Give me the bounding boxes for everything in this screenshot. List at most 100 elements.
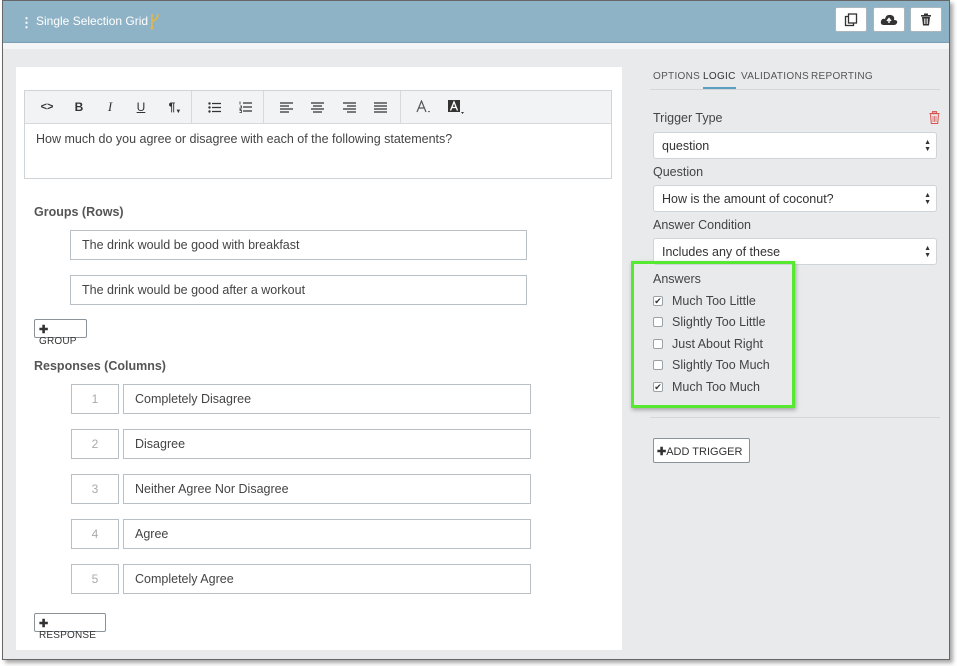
answer-option[interactable]: Slightly Too Little (653, 315, 766, 329)
answer-condition-label: Answer Condition (653, 218, 751, 232)
responses-label: Responses (Columns) (34, 359, 166, 373)
select-arrows-icon: ▲ ▼ (924, 139, 931, 153)
delete-trigger-icon[interactable] (929, 111, 940, 124)
add-group-button[interactable]: ✚ GROUP (34, 319, 87, 347)
tab-validations[interactable]: VALIDATIONS (741, 71, 809, 87)
plus-icon: ✚ (39, 618, 49, 630)
plus-icon: ✚ (39, 324, 49, 336)
background-color-icon (447, 99, 464, 114)
rich-text-editor: <> B I U ¶ ▼ How much do you agree or di… (24, 90, 612, 179)
paragraph-icon: ¶ (168, 100, 176, 114)
upload-button[interactable] (873, 7, 905, 32)
dropdown-caret-icon: ▼ (175, 109, 182, 115)
checkbox-checked[interactable]: ✔ (653, 296, 663, 306)
add-trigger-label: ADD TRIGGER (666, 446, 743, 458)
response-value-input[interactable]: 4 (71, 519, 119, 549)
copy-icon (844, 12, 858, 26)
add-trigger-button[interactable]: ✚ADD TRIGGER (653, 438, 751, 463)
plus-icon: ✚ (657, 446, 667, 458)
add-group-label: GROUP (39, 336, 77, 347)
answer-option[interactable]: Slightly Too Much (653, 358, 770, 372)
response-text-input[interactable]: Disagree (123, 429, 531, 459)
bullet-list-button[interactable] (205, 97, 223, 117)
align-right-icon (342, 101, 356, 113)
answer-option-label: Just About Right (672, 337, 764, 351)
toolbar-separator (191, 91, 192, 124)
response-value-input[interactable]: 2 (71, 429, 119, 459)
numbered-list-button[interactable] (236, 97, 254, 117)
numbered-list-icon (239, 101, 252, 113)
trigger-type-value: question (662, 139, 710, 153)
question-editor-panel: <> B I U ¶ ▼ How much do you agree or di… (16, 67, 622, 650)
answer-condition-value: Includes any of these (662, 245, 781, 259)
toolbar-separator (263, 91, 264, 124)
align-center-button[interactable] (308, 97, 326, 117)
tabs-divider (650, 89, 940, 90)
align-left-button[interactable] (277, 97, 295, 117)
logic-panel: OPTIONS LOGIC VALIDATIONS REPORTING Trig… (631, 61, 949, 659)
response-text-input[interactable]: Agree (123, 519, 531, 549)
branch-icon[interactable] (148, 12, 162, 30)
trigger-type-select[interactable]: question ▲ ▼ (653, 132, 937, 159)
add-response-button[interactable]: ✚ RESPONSE (34, 613, 106, 641)
response-text-input[interactable]: Completely Disagree (123, 384, 531, 414)
paragraph-button[interactable]: ¶ ▼ (164, 97, 186, 117)
header-shadow-band (3, 43, 949, 49)
response-value-input[interactable]: 5 (71, 564, 119, 594)
response-value-input[interactable]: 1 (71, 384, 119, 414)
question-select[interactable]: How is the amount of coconut? ▲ ▼ (653, 185, 937, 212)
align-justify-button[interactable] (371, 97, 389, 117)
answers-label: Answers (653, 272, 701, 286)
select-arrows-icon: ▲ ▼ (924, 192, 931, 206)
answer-option-label: Slightly Too Little (672, 315, 766, 329)
toolbar-separator (400, 91, 401, 124)
editor-toolbar: <> B I U ¶ ▼ (25, 91, 611, 124)
font-color-button[interactable] (414, 97, 434, 117)
response-text-input[interactable]: Neither Agree Nor Disagree (123, 474, 531, 504)
question-header: ⋮ Single Selection Grid (3, 1, 949, 43)
group-row-input[interactable]: The drink would be good after a workout (70, 275, 527, 305)
trash-icon (921, 13, 931, 26)
align-right-button[interactable] (340, 97, 358, 117)
delete-question-button[interactable] (910, 7, 942, 32)
groups-label: Groups (Rows) (34, 205, 124, 219)
cloud-upload-icon (880, 14, 898, 25)
answer-option-label: Much Too Much (672, 380, 761, 394)
answer-option-label: Much Too Little (672, 294, 756, 308)
app-window: ⋮ Single Selection Grid <> B I U ¶ ▼ How… (2, 0, 950, 660)
question-text[interactable]: How much do you agree or disagree with e… (25, 124, 611, 154)
checkbox-unchecked[interactable] (653, 317, 663, 327)
add-response-label: RESPONSE (39, 630, 97, 641)
answer-option[interactable]: ✔ Much Too Little (653, 294, 756, 308)
checkbox-unchecked[interactable] (653, 360, 663, 370)
tab-reporting[interactable]: REPORTING (811, 71, 873, 87)
bold-button[interactable]: B (70, 97, 88, 117)
response-value-input[interactable]: 3 (71, 474, 119, 504)
bullet-list-icon (207, 101, 221, 113)
drag-handle-icon[interactable]: ⋮ (20, 15, 33, 31)
align-justify-icon (373, 101, 387, 113)
section-divider (650, 417, 940, 418)
checkbox-unchecked[interactable] (653, 339, 663, 349)
background-color-button[interactable] (446, 97, 466, 117)
question-label: Question (653, 165, 704, 179)
checkbox-checked[interactable]: ✔ (653, 382, 663, 392)
group-row-input[interactable]: The drink would be good with breakfast (70, 230, 527, 260)
response-text-input[interactable]: Completely Agree (123, 564, 531, 594)
select-arrows-icon: ▲ ▼ (924, 245, 931, 259)
align-left-icon (279, 101, 293, 113)
tab-options[interactable]: OPTIONS (653, 71, 700, 87)
underline-button[interactable]: U (132, 97, 150, 117)
question-type-title: Single Selection Grid (36, 14, 149, 28)
answer-option-label: Slightly Too Much (672, 358, 770, 372)
copy-button[interactable] (835, 7, 867, 32)
answer-option[interactable]: ✔ Much Too Much (653, 380, 760, 394)
question-value: How is the amount of coconut? (662, 192, 834, 206)
answer-option[interactable]: Just About Right (653, 337, 763, 351)
align-center-icon (310, 101, 324, 113)
italic-button[interactable]: I (101, 97, 119, 117)
font-color-icon (416, 100, 430, 113)
code-view-button[interactable]: <> (38, 97, 56, 117)
trigger-type-label: Trigger Type (653, 111, 723, 125)
tab-logic[interactable]: LOGIC (703, 71, 736, 89)
